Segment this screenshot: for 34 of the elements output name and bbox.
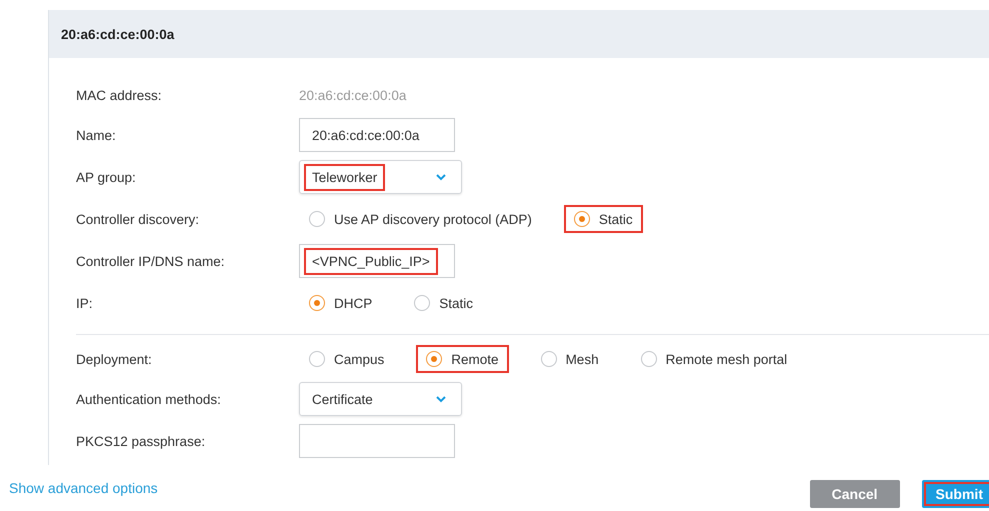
field-label: MAC address:	[76, 88, 163, 102]
chevron-down-icon	[435, 173, 447, 181]
radio-label[interactable]: Campus	[334, 352, 384, 366]
radio-button[interactable]	[414, 295, 430, 311]
radio-button[interactable]	[426, 351, 442, 367]
radio-label[interactable]: Remote	[451, 352, 499, 366]
radio-label[interactable]: DHCP	[334, 296, 372, 310]
field-label: AP group:	[76, 170, 137, 184]
field-label: Deployment:	[76, 352, 153, 366]
radio-label[interactable]: Mesh	[566, 352, 599, 366]
radio-button[interactable]	[574, 211, 590, 227]
chevron-down-icon	[435, 395, 447, 403]
radio-button[interactable]	[309, 351, 325, 367]
radio-button[interactable]	[640, 351, 657, 367]
field-label: Controller IP/DNS name:	[76, 254, 226, 268]
radio-button[interactable]	[540, 351, 557, 367]
radio-button[interactable]	[309, 295, 325, 311]
field-label: Controller discovery:	[76, 212, 200, 226]
radio-label[interactable]: Remote mesh portal	[666, 352, 788, 366]
dropdown[interactable]: Certificate	[299, 382, 462, 416]
radio-label[interactable]: Use AP discovery protocol (ADP)	[334, 212, 532, 226]
field-label: Name:	[76, 128, 117, 142]
radio-button[interactable]	[309, 211, 325, 227]
field-label: IP:	[76, 296, 94, 310]
field-value: 20:a6:cd:ce:00:0a	[299, 88, 406, 102]
input-field[interactable]: 20:a6:cd:ce:00:0a	[299, 118, 455, 152]
field-label: PKCS12 passphrase:	[76, 434, 206, 448]
input-field[interactable]	[299, 424, 455, 458]
radio-label[interactable]: Static	[439, 296, 474, 310]
input-field[interactable]: <VPNC_Public_IP>	[299, 244, 455, 278]
dropdown[interactable]: Teleworker	[299, 160, 462, 194]
field-label: Authentication methods:	[76, 392, 222, 406]
panel-title: 20:a6:cd:ce:00:0a	[61, 26, 174, 42]
radio-label[interactable]: Static	[598, 212, 633, 226]
